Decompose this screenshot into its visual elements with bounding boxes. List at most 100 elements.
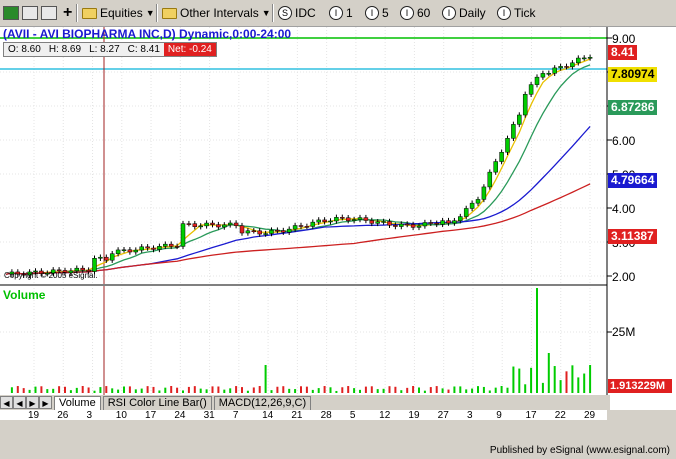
candle-body [546, 73, 552, 75]
volume-bar [435, 386, 438, 393]
volume-bar [170, 386, 173, 393]
volume-bar [530, 367, 533, 393]
candle-body [558, 66, 563, 69]
ohlc-box: O: 8.60 H: 8.69 L: 8.27 C: 8.41 Net: -0.… [3, 42, 217, 57]
equities-dropdown[interactable]: Equities ▼ [82, 3, 155, 23]
other-intervals-dropdown[interactable]: Other Intervals ▼ [162, 3, 271, 23]
volume-bar [364, 386, 367, 393]
price-tag: 8.41 [608, 45, 638, 60]
daily-button[interactable]: I Daily [442, 3, 486, 23]
chart-area[interactable]: 9.008.007.006.005.004.003.002.00 (AVII -… [0, 27, 676, 410]
i-circle-icon: I [497, 6, 511, 20]
candle-body [263, 233, 268, 235]
candle-body [186, 223, 192, 225]
idc-button[interactable]: S IDC [278, 3, 316, 23]
candle-body [98, 256, 103, 259]
link-icon[interactable] [22, 6, 38, 20]
candle-body [410, 224, 416, 228]
candle-body [334, 217, 339, 222]
candle-body [163, 243, 168, 247]
volume-bar [305, 386, 308, 393]
interval-5-label: 5 [382, 6, 389, 20]
candle-body [298, 225, 304, 227]
volume-bar [583, 373, 586, 393]
volume-bar [128, 386, 131, 393]
volume-tag: 1.913229M [608, 379, 672, 393]
volume-bar [229, 388, 232, 393]
volume-bar [488, 390, 491, 393]
volume-bar [353, 388, 356, 393]
nav-prev-icon[interactable]: ◀ [13, 396, 26, 409]
bar-chart-icon[interactable] [3, 6, 19, 20]
volume-bar [571, 365, 574, 393]
date-axis: 19 26 3 10 17 24 31 7 14 21 28 5 12 19 27 3 9 17 22 29 [0, 410, 607, 420]
volume-bar [359, 389, 361, 393]
candle-body [404, 223, 410, 226]
candle-body [269, 229, 274, 234]
volume-bar [164, 387, 167, 393]
chart-title: (AVII - AVI BIOPHARMA INC,D) Dynamic,0:0… [3, 27, 292, 41]
candle-body [340, 217, 345, 219]
volume-bar [111, 388, 114, 393]
nav-first-icon[interactable]: ◀ [0, 396, 13, 409]
tab-macd[interactable]: MACD(12,26,9,C) [213, 395, 312, 410]
interval-1-button[interactable]: I 1 [329, 3, 353, 23]
candle-body [328, 220, 333, 223]
nav-next-icon[interactable]: ▶ [26, 396, 39, 409]
volume-tick: 25M [612, 325, 636, 339]
volume-bar [69, 390, 72, 393]
volume-bar [146, 386, 149, 393]
low-value: L: 8.27 [89, 44, 120, 55]
volume-bar [64, 386, 66, 393]
toolbar: + Equities ▼ Other Intervals ▼ S IDC I 1… [0, 0, 676, 27]
candle-body [145, 246, 150, 249]
net-value: Net: -0.24 [163, 43, 216, 56]
candle-body [422, 222, 428, 227]
volume-bar [589, 365, 592, 393]
chart-svg: 9.008.007.006.005.004.003.002.00 [0, 27, 676, 395]
i-circle-icon: I [329, 6, 343, 20]
volume-bar [577, 377, 580, 393]
other-intervals-label: Other Intervals [180, 6, 259, 20]
plus-icon[interactable]: + [63, 4, 72, 22]
volume-bar [423, 390, 426, 393]
tick-button[interactable]: I Tick [497, 3, 536, 23]
volume-bar [541, 382, 544, 393]
candle-body [345, 217, 351, 221]
volume-bar [347, 386, 350, 393]
footer: Published by eSignal (www.esignal.com) [0, 420, 676, 459]
date-tick-label: 5 [349, 410, 356, 420]
volume-bar [105, 386, 108, 393]
interval-5-button[interactable]: I 5 [365, 3, 389, 23]
volume-bar [418, 387, 420, 393]
volume-bar [158, 390, 161, 393]
candle-body [387, 221, 392, 226]
date-tick-label: 31 [203, 410, 215, 420]
volume-bar [335, 390, 338, 393]
volume-bar [406, 387, 409, 393]
candle-body [80, 267, 85, 271]
folder-icon [82, 7, 97, 19]
candle-body [198, 225, 203, 228]
interval-60-button[interactable]: I 60 [400, 3, 430, 23]
volume-bar [270, 390, 273, 393]
tab-volume[interactable]: Volume [54, 395, 101, 410]
volume-bar [394, 386, 397, 393]
candle-body [121, 249, 127, 252]
candle-body [157, 246, 162, 250]
volume-bar [10, 387, 13, 393]
price-tag: 7.80974 [608, 67, 658, 82]
volume-bar [223, 389, 226, 393]
volume-bar [477, 386, 479, 393]
nav-last-icon[interactable]: ▶ [39, 396, 52, 409]
candle-body [115, 249, 121, 254]
candle-body [227, 222, 233, 226]
volume-bar [276, 386, 279, 393]
volume-bar [382, 388, 385, 393]
volume-bar [205, 389, 208, 393]
grid-icon[interactable] [41, 6, 57, 20]
date-tick-label: 24 [174, 410, 186, 420]
candle-body [222, 224, 227, 228]
tab-rsi[interactable]: RSI Color Line Bar() [102, 395, 212, 410]
date-tick-label: 19 [28, 410, 40, 420]
